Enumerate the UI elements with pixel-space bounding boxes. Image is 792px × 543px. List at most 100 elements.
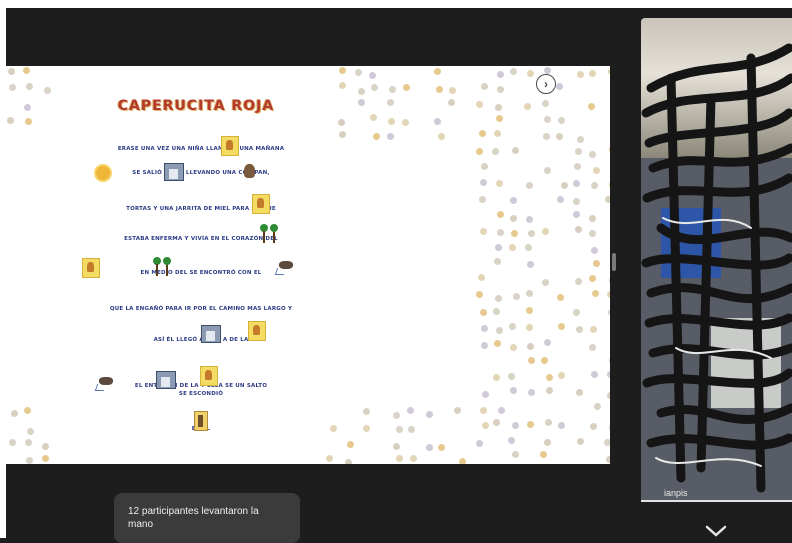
decorative-dot	[496, 179, 504, 187]
decorative-dot	[386, 98, 394, 106]
decorative-dot	[510, 214, 518, 222]
next-slide-button[interactable]: ›	[536, 74, 556, 94]
decorative-dot	[371, 83, 379, 91]
decorative-dot	[588, 214, 596, 222]
decorative-dot	[526, 290, 534, 298]
decorative-dot	[339, 82, 347, 90]
decorative-dot	[556, 195, 564, 203]
decorative-dot	[357, 99, 365, 107]
decorative-dot	[544, 166, 552, 174]
participant-name: ianpis	[664, 488, 688, 498]
decorative-dot	[540, 451, 548, 459]
decorative-dot	[401, 118, 409, 126]
story-line-4: ESTABA ENFERMA Y VIVÍA EN EL CORAZÓN DEL	[124, 236, 278, 242]
decorative-dot	[24, 118, 32, 126]
grandmother-picture-2	[248, 321, 266, 341]
decorative-dot	[524, 243, 532, 251]
decorative-dot	[528, 356, 536, 364]
forest-picture-2	[152, 257, 172, 277]
decorative-dot	[540, 357, 548, 365]
decorative-dot	[577, 438, 585, 446]
decorative-dot	[7, 67, 15, 75]
decorative-dot	[605, 455, 610, 463]
decorative-dot	[557, 294, 565, 302]
decorative-dot	[575, 226, 583, 234]
decorative-dot	[590, 422, 598, 430]
decorative-dot	[8, 83, 16, 91]
decorative-dot	[575, 389, 583, 397]
decorative-dot	[511, 146, 519, 154]
screen-edge-top	[6, 0, 792, 8]
decorative-dot	[346, 440, 354, 448]
decorative-dot	[544, 66, 552, 74]
decorative-dot	[480, 162, 488, 170]
decorative-dot	[573, 179, 580, 187]
decorative-dot	[511, 229, 519, 237]
decorative-dot	[589, 229, 597, 237]
decorative-dot	[355, 68, 363, 76]
decorative-dot	[508, 372, 516, 380]
chevron-down-icon[interactable]	[704, 524, 728, 538]
decorative-dot	[459, 458, 467, 464]
decorative-dot	[393, 442, 401, 450]
decorative-dot	[373, 132, 381, 140]
decorative-dot	[527, 343, 535, 351]
decorative-dot	[338, 131, 346, 139]
decorative-dot	[492, 148, 500, 156]
decorative-dot	[426, 411, 434, 419]
story-line-1: ERASE UNA VEZ UNA NIÑA LLAMADA UNA MAÑAN…	[117, 146, 285, 152]
decorative-dot	[542, 133, 550, 141]
decorative-dot	[480, 83, 488, 90]
decorative-dot	[525, 181, 533, 189]
decorative-dot	[508, 436, 515, 444]
decorative-dot	[478, 274, 486, 282]
decorative-dot	[509, 387, 517, 395]
story-line-9: SE ESCONDIÓ	[178, 391, 224, 397]
decorative-dot	[330, 424, 338, 432]
tile-border	[641, 500, 792, 502]
decorative-dot	[593, 403, 601, 410]
decorative-dot	[493, 373, 501, 381]
decorative-dot	[545, 418, 553, 426]
decorative-dot	[43, 87, 51, 95]
decorative-dot	[476, 439, 484, 447]
decorative-dot	[493, 340, 501, 348]
decorative-dot	[592, 260, 600, 268]
decorative-dot	[576, 70, 584, 78]
decorative-dot	[402, 83, 410, 91]
decorative-dot	[23, 67, 31, 75]
decorative-dot	[528, 230, 536, 238]
decorative-dot	[337, 118, 345, 126]
panel-resize-handle[interactable]	[612, 253, 616, 271]
decorative-dot	[573, 163, 581, 171]
decorative-dot	[23, 103, 31, 111]
decorative-dot	[496, 115, 504, 122]
decorative-dot	[478, 130, 486, 138]
decorative-dot	[481, 421, 489, 429]
decorative-dot	[608, 309, 610, 317]
participant-video-tile[interactable]	[641, 18, 792, 502]
decorative-dot	[593, 166, 601, 174]
decorative-dot	[572, 198, 580, 206]
decorative-dot	[609, 277, 610, 285]
decorative-dot	[395, 455, 403, 463]
decorative-dot	[606, 391, 610, 399]
raised-hands-notification[interactable]: 12 participantes levantaron la mano	[114, 493, 300, 543]
decorative-dot	[41, 442, 49, 450]
shared-slide: CAPERUCITA ROJA ERASE UNA VEZ UNA NIÑA L…	[6, 66, 610, 464]
decorative-dot	[357, 87, 365, 95]
slide-title: CAPERUCITA ROJA	[117, 98, 275, 114]
decorative-dot	[476, 291, 484, 299]
decorative-dot	[479, 308, 487, 316]
wolf-picture	[276, 253, 298, 275]
decorative-dot	[543, 338, 551, 346]
decorative-dot	[526, 420, 534, 428]
story-line-3: TORTAS Y UNA JARRITA DE MIEL PARA SU QUE	[126, 206, 276, 212]
decorative-dot	[524, 103, 532, 111]
grandmother-house-picture-2	[156, 371, 176, 389]
decorative-dot	[25, 457, 33, 464]
decorative-dot	[454, 407, 462, 415]
bread-picture	[244, 164, 255, 178]
decorative-dot	[448, 98, 456, 106]
decorative-dot	[557, 116, 565, 124]
